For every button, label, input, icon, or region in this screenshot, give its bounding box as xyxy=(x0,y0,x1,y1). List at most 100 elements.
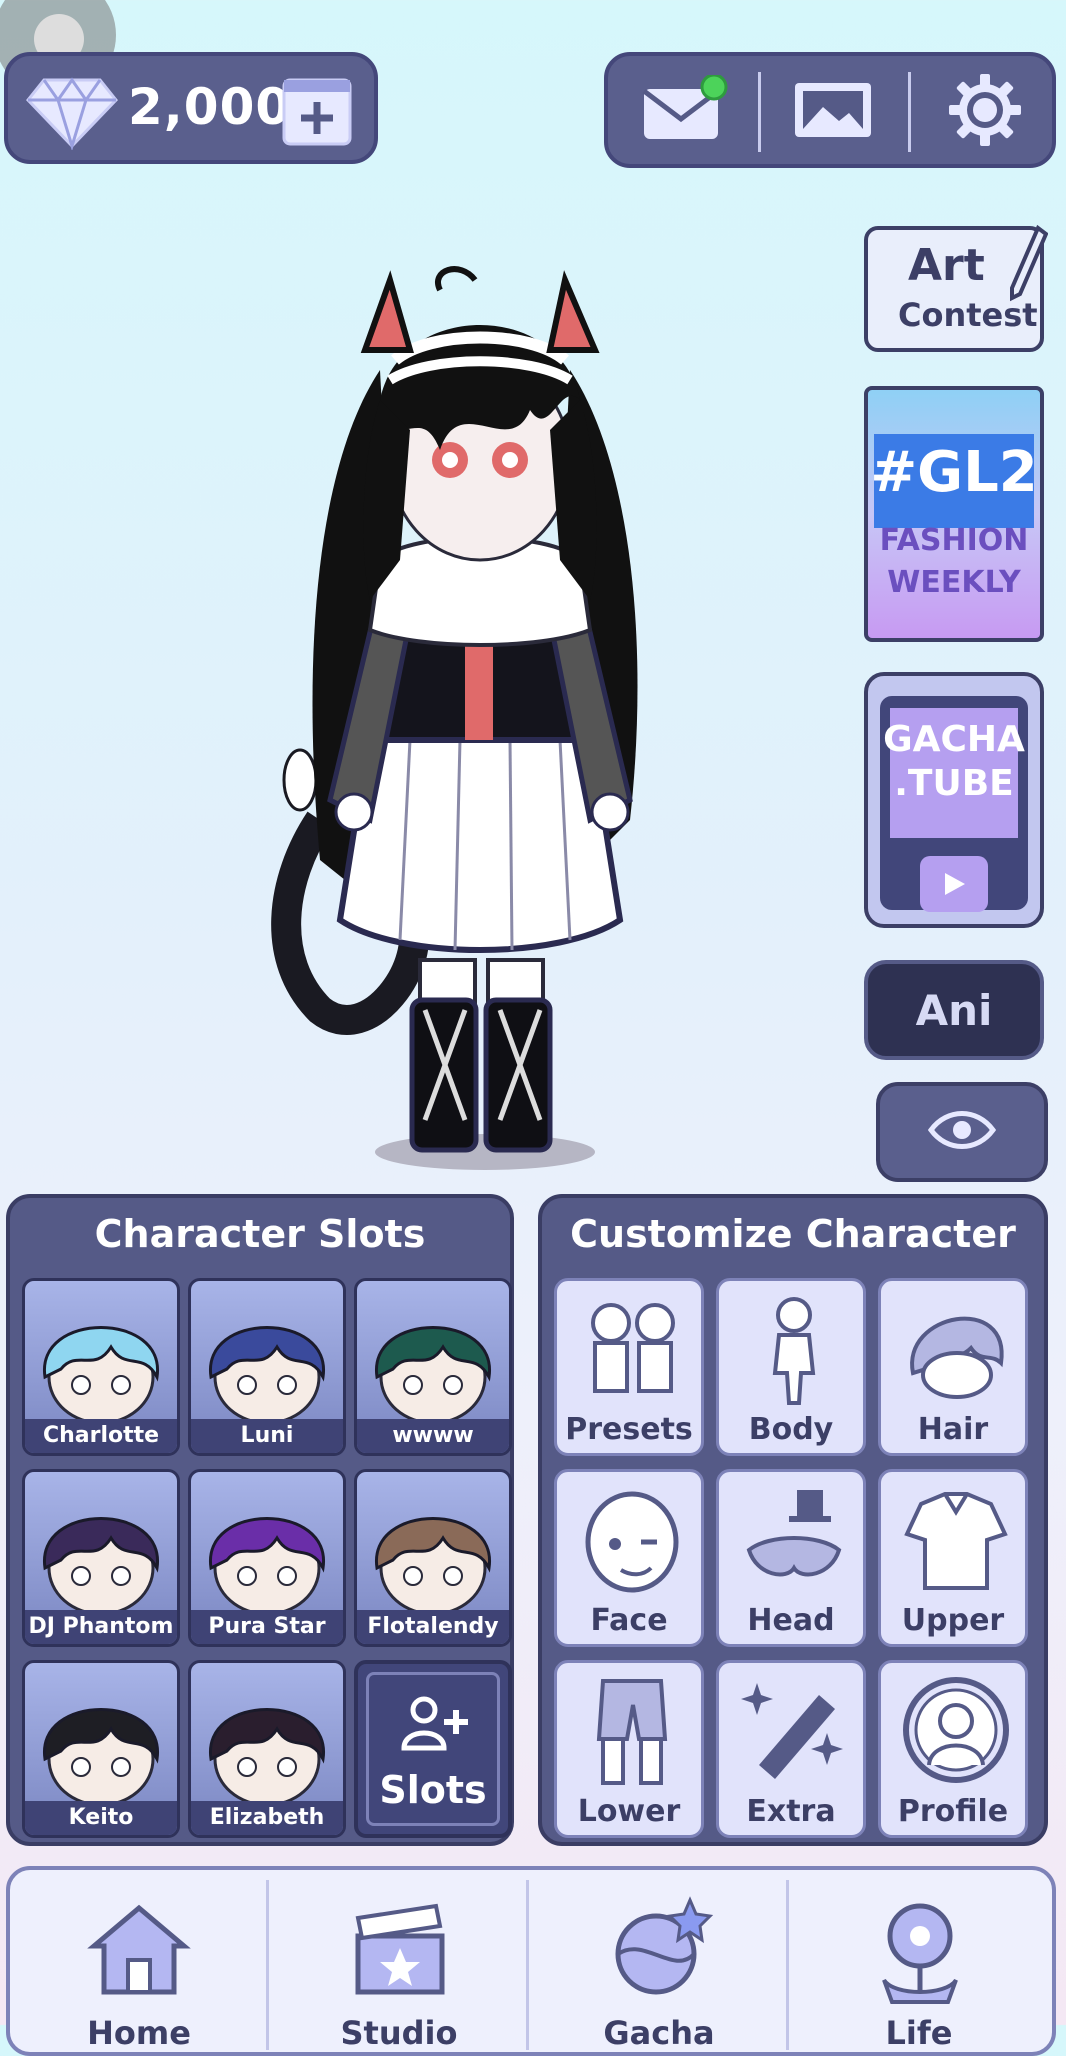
character-avatar xyxy=(375,1326,491,1425)
customize-item-label: Hair xyxy=(917,1412,989,1447)
tube-label: GACHA .TUBE xyxy=(880,718,1028,806)
nav-home[interactable]: Home xyxy=(10,1870,268,2052)
character-avatar xyxy=(43,1326,159,1425)
tube-line-2: .TUBE xyxy=(894,763,1014,804)
settings-icon xyxy=(947,72,1023,152)
customize-item-label: Lower xyxy=(577,1794,681,1829)
hair-icon xyxy=(910,1316,1004,1399)
character-slot-name: Luni xyxy=(191,1419,343,1453)
character-slot[interactable]: wwww xyxy=(354,1278,512,1456)
gallery-icon xyxy=(791,79,875,145)
character-slot-name: Pura Star xyxy=(191,1610,343,1644)
character-slot-name: Keito xyxy=(25,1801,177,1835)
customize-item-label: Face xyxy=(590,1603,668,1638)
character-slot[interactable]: Keito xyxy=(22,1660,180,1838)
customize-character-title: Customize Character xyxy=(570,1212,1016,1256)
gacha-icon xyxy=(615,1896,714,1995)
nav-label: Home xyxy=(87,2014,191,2052)
play-icon xyxy=(920,856,988,912)
nav-label: Life xyxy=(885,2014,953,2052)
add-user-icon xyxy=(400,1694,470,1758)
upper-icon xyxy=(904,1492,1008,1590)
gem-counter: 2,000 xyxy=(4,52,378,164)
customize-item-label: Profile xyxy=(897,1794,1009,1829)
gem-count: 2,000 xyxy=(128,78,292,136)
notification-dot xyxy=(700,73,728,101)
customize-item-label: Body xyxy=(748,1412,834,1447)
character-avatar xyxy=(209,1517,325,1616)
character-avatar xyxy=(375,1517,491,1616)
character-slot[interactable]: Pura Star xyxy=(188,1469,346,1647)
customize-item-label: Upper xyxy=(901,1603,1005,1638)
weekly-line: WEEKLY xyxy=(887,565,1021,600)
art-contest-button[interactable]: Art Contest xyxy=(864,224,1049,352)
add-slots-label: Slots xyxy=(379,1768,487,1812)
customize-lower-button[interactable]: Lower xyxy=(554,1660,704,1838)
lower-icon xyxy=(596,1679,668,1785)
customize-face-button[interactable]: Face xyxy=(554,1469,704,1647)
fashion-line: FASHION xyxy=(879,523,1029,558)
customize-item-label: Head xyxy=(747,1603,835,1638)
animation-button[interactable]: Ani xyxy=(864,960,1044,1060)
character-slot[interactable]: Luni xyxy=(188,1278,346,1456)
fashion-weekly-button[interactable]: #GL2 FASHION WEEKLY xyxy=(864,386,1044,642)
customize-body-button[interactable]: Body xyxy=(716,1278,866,1456)
life-icon xyxy=(882,1903,958,2004)
character-slot-name: Flotalendy xyxy=(357,1610,509,1644)
nav-gacha[interactable]: Gacha xyxy=(530,1870,788,2052)
customize-upper-button[interactable]: Upper xyxy=(878,1469,1028,1647)
add-slots-button[interactable]: Slots xyxy=(354,1660,512,1838)
nav-life[interactable]: Life xyxy=(790,1870,1048,2052)
character-avatar xyxy=(209,1326,325,1425)
body-icon xyxy=(772,1297,816,1405)
character-avatar xyxy=(209,1708,325,1807)
character-slot-name: wwww xyxy=(357,1419,509,1453)
character-slot-name: DJ Phantom xyxy=(25,1610,177,1644)
toolbar-divider xyxy=(758,72,761,152)
profile-icon xyxy=(903,1677,1009,1783)
nav-label: Gacha xyxy=(603,2014,715,2052)
head-icon xyxy=(746,1490,842,1577)
customize-extra-button[interactable]: Extra xyxy=(716,1660,866,1838)
home-icon xyxy=(87,1904,191,1995)
pencil-icon xyxy=(1008,224,1049,308)
top-right-toolbar xyxy=(604,52,1056,168)
character-slots-panel: Character Slots Charlotte Luni wwww DJ Phan… xyxy=(6,1194,514,1846)
visibility-toggle[interactable] xyxy=(876,1082,1048,1182)
character-slot-name: Elizabeth xyxy=(191,1801,343,1835)
mail-button[interactable] xyxy=(628,66,738,158)
tube-line-1: GACHA xyxy=(883,719,1025,760)
fashion-hashtag: #GL2 xyxy=(870,440,1038,505)
customize-profile-button[interactable]: Profile xyxy=(878,1660,1028,1838)
character-slot-name: Charlotte xyxy=(25,1419,177,1453)
bottom-nav: Home Studio Gacha Life xyxy=(6,1866,1056,2056)
character-slot[interactable]: Flotalendy xyxy=(354,1469,512,1647)
nav-studio[interactable]: Studio xyxy=(270,1870,528,2052)
face-icon xyxy=(585,1491,679,1593)
art-contest-label: Art xyxy=(908,240,985,291)
settings-button[interactable] xyxy=(930,66,1040,158)
character-slot[interactable]: Elizabeth xyxy=(188,1660,346,1838)
fashion-label: FASHION WEEKLY xyxy=(868,520,1040,604)
customize-presets-button[interactable]: Presets xyxy=(554,1278,704,1456)
ani-label: Ani xyxy=(915,985,993,1035)
extra-icon xyxy=(741,1683,843,1779)
character-preview[interactable] xyxy=(260,260,710,1180)
gacha-tube-button[interactable]: GACHA .TUBE xyxy=(864,672,1044,928)
customize-character-panel: Customize Character Presets Body Hair Face H… xyxy=(538,1194,1048,1846)
character-slot[interactable]: DJ Phantom xyxy=(22,1469,180,1647)
character-slot[interactable]: Charlotte xyxy=(22,1278,180,1456)
customize-item-label: Extra xyxy=(746,1794,836,1829)
nav-label: Studio xyxy=(340,2014,458,2052)
add-video-icon[interactable] xyxy=(280,76,354,152)
customize-item-label: Presets xyxy=(565,1412,693,1447)
character-slots-title: Character Slots xyxy=(94,1212,426,1256)
customize-hair-button[interactable]: Hair xyxy=(878,1278,1028,1456)
customize-head-button[interactable]: Head xyxy=(716,1469,866,1647)
character-avatar xyxy=(43,1517,159,1616)
character-avatar xyxy=(43,1708,159,1807)
studio-icon xyxy=(355,1903,445,1995)
presets-icon xyxy=(591,1303,675,1393)
gallery-button[interactable] xyxy=(778,66,888,158)
eye-icon xyxy=(927,1108,997,1156)
